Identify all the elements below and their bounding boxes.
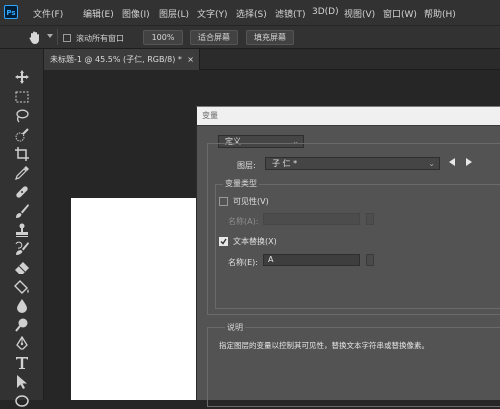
visibility-checkbox[interactable]	[219, 197, 228, 206]
menu-3d[interactable]: 3D(D)	[312, 7, 339, 17]
menu-image[interactable]: 图像(I)	[122, 7, 150, 20]
stamp-icon[interactable]	[14, 222, 30, 238]
zoom-100-button[interactable]: 100%	[143, 30, 183, 45]
photoshop-logo[interactable]: Ps	[4, 5, 18, 19]
text-name-field[interactable]: A	[263, 254, 360, 266]
text-name-stepper[interactable]	[366, 254, 374, 266]
document-tab-title: 未标题-1 @ 45.5% (子仁, RGB/8) *	[50, 55, 182, 64]
hand-tool-icon[interactable]	[28, 30, 42, 45]
brush-icon[interactable]	[14, 203, 30, 219]
dialog-title: 变量	[197, 107, 500, 125]
path-select-icon[interactable]	[14, 374, 30, 390]
menu-type[interactable]: 文字(Y)	[197, 7, 228, 20]
visibility-name-stepper[interactable]	[366, 213, 374, 225]
paint-bucket-icon[interactable]	[14, 279, 30, 295]
menu-view[interactable]: 视图(V)	[344, 7, 375, 20]
layer-select-value: 子 仁 *	[272, 159, 298, 168]
close-icon[interactable]: ×	[187, 49, 194, 70]
menu-filter[interactable]: 滤镜(T)	[275, 7, 306, 20]
marquee-icon[interactable]	[14, 89, 30, 105]
visibility-name-field[interactable]	[263, 213, 360, 225]
next-layer-icon[interactable]	[466, 158, 473, 166]
text-name-label: 名称(E):	[228, 258, 258, 267]
layer-label: 图层:	[237, 161, 256, 170]
document-tab-bar: 未标题-1 @ 45.5% (子仁, RGB/8) * ×	[44, 49, 500, 70]
description-group-box	[207, 327, 500, 407]
variable-type-header: 变量类型	[223, 178, 259, 189]
dodge-icon[interactable]	[14, 317, 30, 333]
menu-window[interactable]: 窗口(W)	[383, 7, 417, 20]
eraser-icon[interactable]	[14, 260, 30, 276]
fit-screen-button[interactable]: 适合屏幕	[190, 30, 238, 45]
visibility-label: 可见性(V)	[233, 197, 269, 206]
type-icon[interactable]	[14, 355, 30, 371]
divider	[57, 29, 58, 45]
pen-icon[interactable]	[14, 336, 30, 352]
menu-select[interactable]: 选择(S)	[236, 7, 267, 20]
scroll-all-checkbox[interactable]	[63, 34, 71, 42]
menu-layer[interactable]: 图层(L)	[159, 7, 189, 20]
layer-select[interactable]: 子 仁 * ⌄	[265, 157, 440, 170]
ellipse-icon[interactable]	[14, 393, 30, 409]
text-replace-checkbox[interactable]	[219, 237, 228, 246]
visibility-name-label: 名称(A):	[228, 217, 259, 226]
lasso-icon[interactable]	[14, 108, 30, 124]
description-header: 说明	[225, 322, 245, 333]
quick-select-icon[interactable]	[14, 127, 30, 143]
tools-panel	[0, 49, 44, 407]
menu-file[interactable]: 文件(F)	[33, 7, 63, 20]
variables-dialog: 变量 定义 ⌄ 图层: 子 仁 * ⌄ 变量类型 可见性(V) 名称(A): 文…	[196, 106, 500, 407]
checkmark-icon	[220, 238, 227, 245]
scroll-all-label: 滚动所有窗口	[76, 34, 124, 43]
healing-icon[interactable]	[14, 184, 30, 200]
document-tab[interactable]: 未标题-1 @ 45.5% (子仁, RGB/8) * ×	[44, 49, 200, 70]
crop-icon[interactable]	[14, 146, 30, 162]
options-bar: 滚动所有窗口 100% 适合屏幕 填充屏幕	[0, 25, 500, 49]
history-brush-icon[interactable]	[14, 241, 30, 257]
move-icon[interactable]	[14, 69, 30, 85]
dialog-title-divider	[197, 125, 500, 126]
menu-edit[interactable]: 编辑(E)	[83, 7, 114, 20]
chevron-down-icon: ⌄	[428, 159, 435, 168]
text-replace-label: 文本替换(X)	[233, 237, 277, 246]
menu-help[interactable]: 帮助(H)	[424, 7, 456, 20]
previous-layer-icon[interactable]	[449, 158, 456, 166]
menu-bar: Ps 文件(F) 编辑(E) 图像(I) 图层(L) 文字(Y) 选择(S) 滤…	[0, 0, 500, 25]
chevron-down-icon[interactable]	[47, 34, 53, 39]
document-canvas[interactable]	[71, 198, 198, 400]
eyedropper-icon[interactable]	[14, 165, 30, 181]
description-text: 指定图层的变量以控制其可见性，替换文本字符串或替换像素。	[219, 341, 429, 350]
blur-icon[interactable]	[14, 298, 30, 314]
fill-screen-button[interactable]: 填充屏幕	[246, 30, 294, 45]
